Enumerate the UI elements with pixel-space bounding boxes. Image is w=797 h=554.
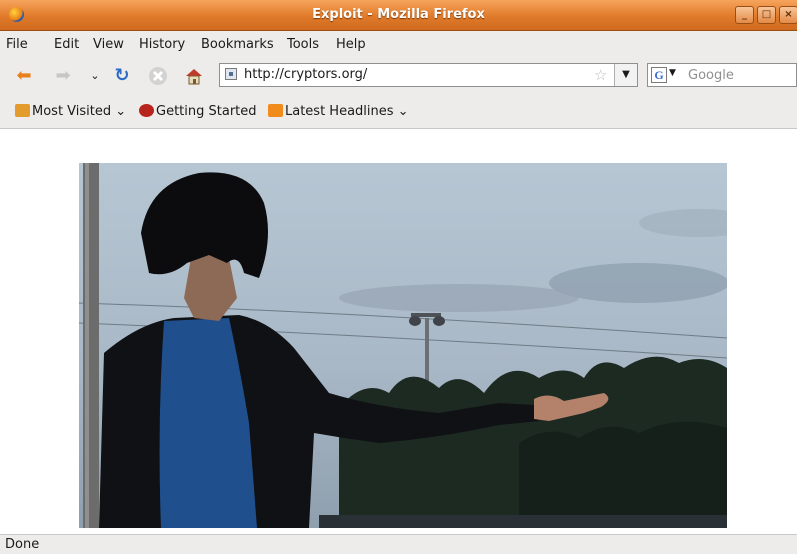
rss-feed-icon bbox=[268, 104, 283, 117]
window-title: Exploit - Mozilla Firefox bbox=[312, 7, 485, 22]
search-engine-dropdown-icon[interactable]: ▼ bbox=[669, 68, 676, 78]
stop-icon[interactable] bbox=[147, 66, 169, 86]
chevron-down-icon: ⌄ bbox=[393, 104, 409, 119]
window-titlebar: Exploit - Mozilla Firefox _ □ × bbox=[0, 0, 797, 31]
menu-history[interactable]: History bbox=[139, 37, 185, 52]
status-text: Done bbox=[5, 537, 40, 552]
menu-help[interactable]: Help bbox=[336, 37, 366, 52]
firefox-bookmark-icon bbox=[139, 104, 154, 117]
bookmark-star-icon[interactable]: ☆ bbox=[594, 66, 607, 84]
url-dropdown-icon[interactable]: ▼ bbox=[614, 64, 637, 86]
menu-tools[interactable]: Tools bbox=[287, 37, 319, 52]
site-identity-icon[interactable] bbox=[225, 68, 237, 80]
history-dropdown-icon[interactable]: ⌄ bbox=[84, 66, 106, 86]
minimize-icon[interactable]: _ bbox=[735, 6, 754, 24]
url-bar[interactable]: http://cryptors.org/ ☆ ▼ bbox=[219, 63, 638, 87]
chevron-down-icon: ⌄ bbox=[111, 104, 127, 119]
bookmark-getting-started[interactable]: Getting Started bbox=[139, 104, 257, 119]
page-photo bbox=[79, 163, 727, 528]
bookmark-label: Latest Headlines bbox=[285, 104, 394, 119]
back-icon[interactable]: ⬅ bbox=[13, 66, 35, 86]
url-text[interactable]: http://cryptors.org/ bbox=[244, 67, 367, 82]
menu-file[interactable]: File bbox=[6, 37, 28, 52]
menu-edit[interactable]: Edit bbox=[54, 37, 79, 52]
search-box[interactable]: G ▼ Google bbox=[647, 63, 797, 87]
reload-icon[interactable]: ↻ bbox=[111, 66, 133, 86]
maximize-icon[interactable]: □ bbox=[757, 6, 776, 24]
folder-icon bbox=[15, 104, 30, 117]
page-content bbox=[0, 129, 797, 534]
bookmark-most-visited[interactable]: Most Visited ⌄ bbox=[15, 104, 126, 119]
menu-view[interactable]: View bbox=[93, 37, 124, 52]
close-icon[interactable]: × bbox=[779, 6, 797, 24]
search-placeholder[interactable]: Google bbox=[688, 68, 734, 83]
google-search-engine-icon[interactable]: G bbox=[651, 67, 667, 83]
bookmarks-toolbar: Most Visited ⌄ Getting Started Latest He… bbox=[0, 95, 797, 129]
menu-bookmarks[interactable]: Bookmarks bbox=[201, 37, 274, 52]
status-bar: Done bbox=[0, 534, 797, 554]
menu-bar: File Edit View History Bookmarks Tools H… bbox=[0, 31, 797, 57]
navigation-toolbar: ⬅ ➡ ⌄ ↻ http://cryptors.org/ ☆ ▼ G ▼ Goo… bbox=[0, 57, 797, 95]
bookmark-label: Getting Started bbox=[156, 104, 257, 119]
bookmark-label: Most Visited bbox=[32, 104, 112, 119]
forward-icon[interactable]: ➡ bbox=[52, 66, 74, 86]
bookmark-latest-headlines[interactable]: Latest Headlines ⌄ bbox=[268, 104, 409, 119]
home-icon[interactable] bbox=[183, 66, 205, 86]
